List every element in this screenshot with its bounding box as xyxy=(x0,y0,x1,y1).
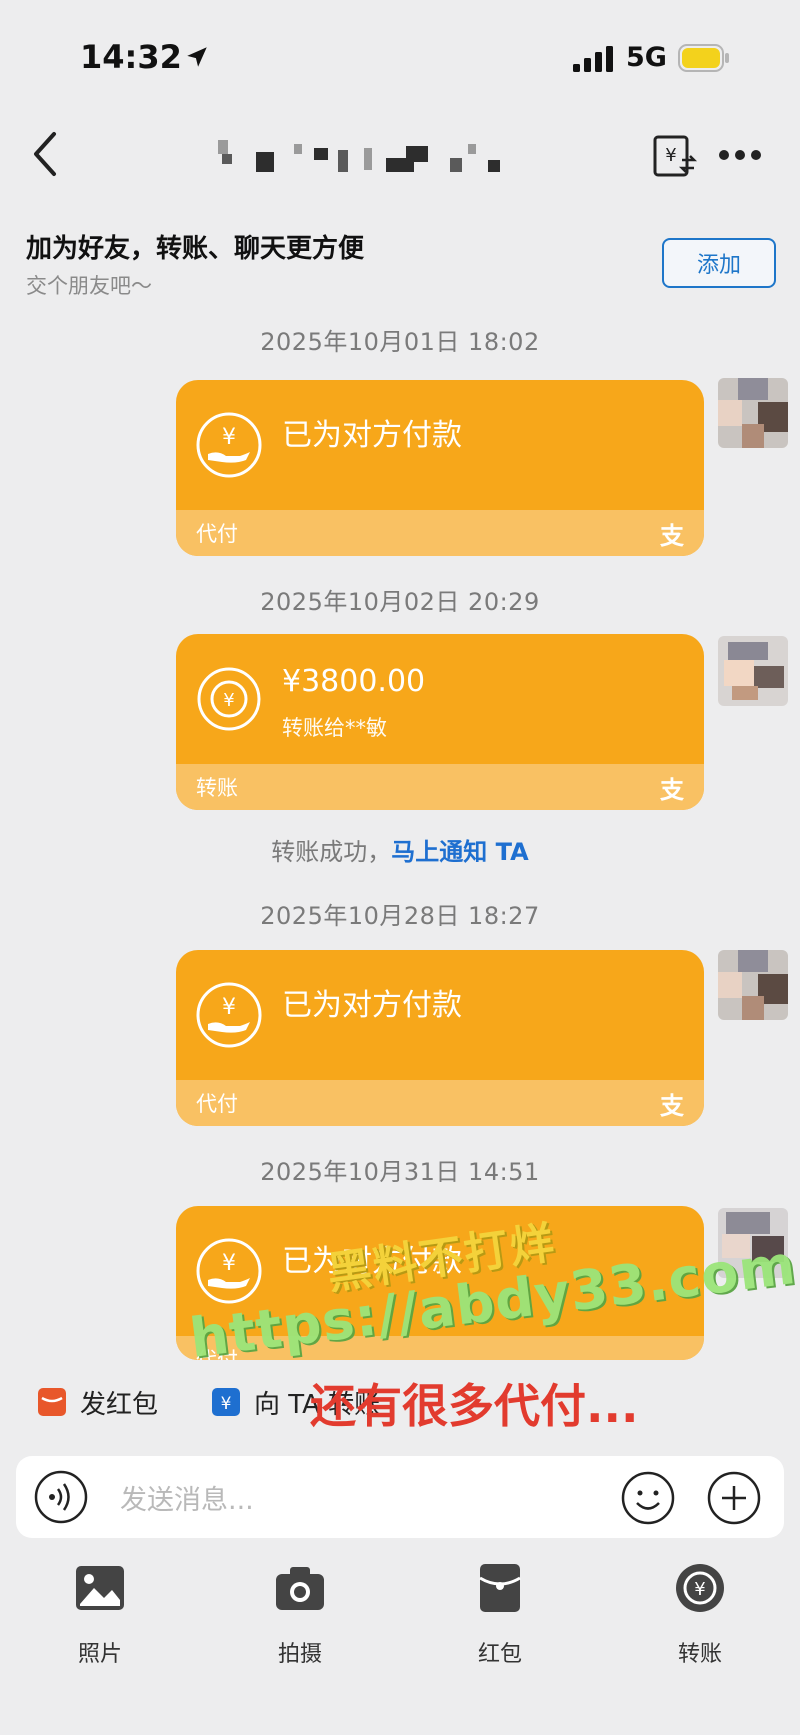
svg-text:¥: ¥ xyxy=(694,1579,705,1600)
message-timestamp: 2025年10月02日 20:29 xyxy=(260,588,540,616)
yen-hand-icon: ¥ xyxy=(196,412,262,478)
yen-hand-icon: ¥ xyxy=(196,1238,262,1304)
transfer-badge-icon: ¥ xyxy=(212,1388,240,1416)
svg-text:¥: ¥ xyxy=(222,995,236,1020)
photo-label: 照片 xyxy=(77,1642,122,1667)
red-packet-icon xyxy=(479,1564,521,1612)
red-packet-icon xyxy=(38,1388,66,1416)
svg-text:¥: ¥ xyxy=(222,425,236,450)
message-input-bar: 发送消息... xyxy=(16,1456,784,1538)
add-friend-subtitle: 交个朋友吧～ xyxy=(26,274,152,298)
svg-text:¥: ¥ xyxy=(665,145,676,166)
payment-card-type: 代付 xyxy=(196,1092,238,1116)
add-friend-title: 加为好友，转账、聊天更方便 xyxy=(26,234,365,264)
voice-input-icon[interactable] xyxy=(34,1470,88,1524)
payment-card-text: 已为对方付款 xyxy=(282,418,462,453)
transfer-card[interactable]: ¥ ¥3800.00 转账给**敏 转账 支 xyxy=(176,634,704,810)
transfer-card-type: 转账 xyxy=(196,776,238,800)
avatar[interactable] xyxy=(718,636,788,706)
payment-card[interactable]: ¥ 已为对方付款 代付 支 xyxy=(176,950,704,1126)
camera-tool[interactable]: 拍摄 xyxy=(240,1562,360,1668)
back-chevron-icon[interactable] xyxy=(28,130,62,178)
plus-icon[interactable] xyxy=(706,1470,762,1526)
watermark-caption: 还有很多代付... xyxy=(310,1379,639,1433)
payment-card-text: 已为对方付款 xyxy=(282,988,462,1023)
svg-text:¥: ¥ xyxy=(223,690,234,711)
send-red-packet-label: 发红包 xyxy=(80,1389,159,1420)
camera-label: 拍摄 xyxy=(277,1642,322,1667)
message-timestamp: 2025年10月01日 18:02 xyxy=(260,328,540,356)
location-arrow-icon xyxy=(187,47,207,67)
payment-card-type: 代付 xyxy=(196,522,238,546)
contact-name-pixelated xyxy=(218,140,548,180)
cellular-signal-icon xyxy=(573,46,613,72)
emoji-icon[interactable] xyxy=(620,1470,676,1526)
camera-icon xyxy=(276,1567,324,1610)
status-time: 14:32 xyxy=(80,38,182,76)
avatar[interactable] xyxy=(718,378,788,448)
send-red-packet-action[interactable]: 发红包 xyxy=(38,1382,158,1422)
transfer-recipient-note: 转账给**敏 xyxy=(282,716,387,740)
photo-icon xyxy=(76,1566,124,1610)
red-packet-label: 红包 xyxy=(477,1642,522,1667)
message-input[interactable]: 发送消息... xyxy=(120,1478,254,1517)
yen-transfer-icon: ¥ xyxy=(197,667,261,731)
network-type: 5G xyxy=(626,42,667,73)
svg-text:¥: ¥ xyxy=(222,1251,236,1276)
transfer-label: 转账 xyxy=(677,1642,722,1667)
message-timestamp: 2025年10月28日 18:27 xyxy=(260,902,540,930)
transfer-icon: ¥ xyxy=(676,1564,724,1612)
red-packet-tool[interactable]: 红包 xyxy=(440,1562,560,1668)
transfer-tool[interactable]: ¥ 转账 xyxy=(640,1562,760,1668)
transfer-success-notice: 转账成功，马上通知 TA xyxy=(0,832,800,867)
payment-card[interactable]: ¥ 已为对方付款 代付 支 xyxy=(176,380,704,556)
message-timestamp: 2025年10月31日 14:51 xyxy=(260,1158,540,1186)
photo-tool[interactable]: 照片 xyxy=(40,1562,160,1668)
bill-exchange-icon[interactable]: ¥ xyxy=(652,134,698,178)
battery-icon xyxy=(678,44,729,72)
more-options-icon[interactable] xyxy=(718,148,762,162)
transfer-success-text: 转账成功， xyxy=(271,838,392,866)
svg-text:¥: ¥ xyxy=(221,1394,232,1414)
yen-hand-icon: ¥ xyxy=(196,982,262,1048)
add-friend-button[interactable]: 添加 xyxy=(662,238,776,288)
notify-link[interactable]: 马上通知 TA xyxy=(391,838,528,866)
transfer-amount: ¥3800.00 xyxy=(282,664,426,699)
alipay-logo-icon: 支 xyxy=(660,1092,684,1120)
alipay-logo-icon: 支 xyxy=(660,776,684,804)
alipay-logo-icon: 支 xyxy=(660,522,684,550)
avatar[interactable] xyxy=(718,950,788,1020)
